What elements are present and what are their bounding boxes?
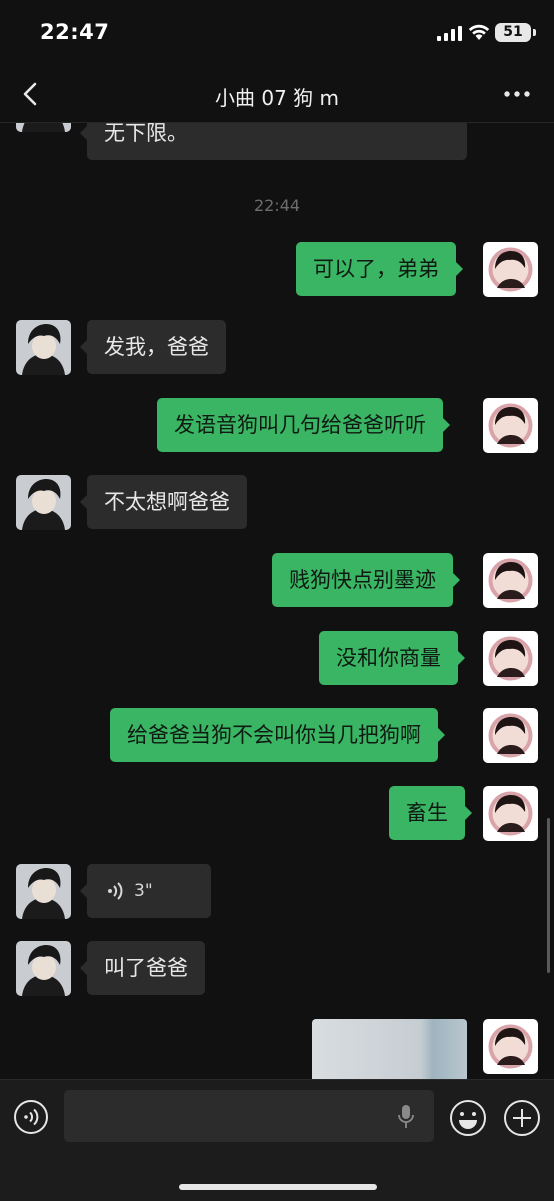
outgoing-message[interactable]: 发语音狗叫几句给爸爸听听 — [157, 398, 450, 452]
my-avatar[interactable] — [483, 242, 538, 297]
plus-icon[interactable] — [503, 1099, 541, 1137]
voice-duration: 3" — [134, 881, 153, 901]
chat-message-list[interactable]: 无下限。 22:44 可以了，弟弟 发我，爸爸 发语音狗叫几句给爸爸听听 不太想… — [0, 0, 554, 1200]
incoming-message[interactable]: 叫了爸爸 — [80, 941, 205, 995]
chat-header: 小曲 07 狗 m — [0, 66, 554, 123]
outgoing-message[interactable]: 畜生 — [389, 786, 472, 840]
incoming-voice-message[interactable]: 3" — [80, 864, 211, 918]
outgoing-message[interactable]: 可以了，弟弟 — [296, 242, 463, 296]
outgoing-image-message[interactable] — [312, 1019, 467, 1079]
voice-wave-icon — [108, 882, 123, 900]
outgoing-message[interactable]: 贱狗快点别墨迹 — [272, 553, 460, 607]
message-input-bar — [0, 1079, 554, 1201]
message-timestamp: 22:44 — [253, 196, 301, 215]
contact-avatar[interactable] — [16, 475, 71, 530]
emoji-icon[interactable] — [449, 1099, 487, 1137]
incoming-message[interactable]: 不太想啊爸爸 — [80, 475, 247, 529]
voice-input-toggle-icon[interactable] — [13, 1099, 49, 1135]
my-avatar[interactable] — [483, 553, 538, 608]
outgoing-message[interactable]: 没和你商量 — [319, 631, 465, 685]
my-avatar[interactable] — [483, 1019, 538, 1074]
my-avatar[interactable] — [483, 398, 538, 453]
microphone-icon[interactable] — [398, 1104, 414, 1130]
contact-avatar[interactable] — [16, 320, 71, 375]
my-avatar[interactable] — [483, 708, 538, 763]
contact-avatar[interactable] — [16, 941, 71, 996]
outgoing-message[interactable]: 给爸爸当狗不会叫你当几把狗啊 — [110, 708, 445, 762]
chat-scrollbar[interactable] — [547, 818, 550, 973]
my-avatar[interactable] — [483, 631, 538, 686]
incoming-message[interactable]: 发我，爸爸 — [80, 320, 226, 374]
message-input[interactable] — [64, 1090, 434, 1142]
more-options-icon[interactable] — [502, 86, 532, 102]
home-indicator — [179, 1184, 377, 1190]
chat-title: 小曲 07 狗 m — [214, 86, 339, 110]
my-avatar[interactable] — [483, 786, 538, 841]
contact-avatar[interactable] — [16, 864, 71, 919]
